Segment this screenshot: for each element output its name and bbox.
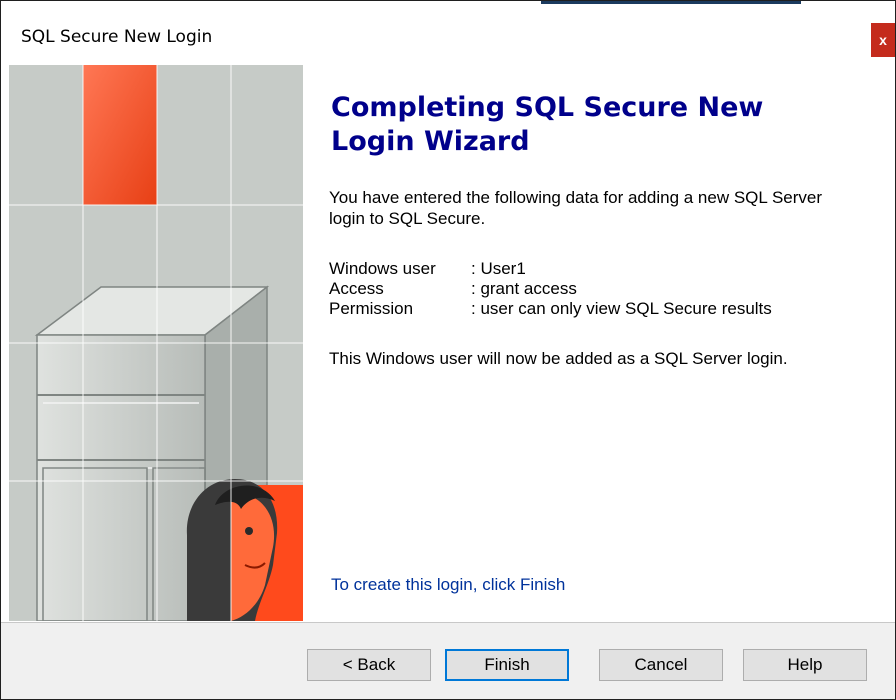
window-title: SQL Secure New Login <box>21 27 213 47</box>
back-button[interactable]: < Back <box>307 649 431 681</box>
summary-value: : User1 <box>471 259 526 278</box>
cancel-button[interactable]: Cancel <box>599 649 723 681</box>
wizard-illustration <box>9 65 303 622</box>
wizard-content: Completing SQL Secure New Login Wizard Y… <box>329 65 869 621</box>
add-note-text: This Windows user will now be added as a… <box>329 349 788 368</box>
summary-label: Permission <box>329 299 414 318</box>
background-window-edge <box>541 1 801 4</box>
button-bar: < Back Finish Cancel Help <box>1 623 895 699</box>
summary-label: Windows user <box>329 259 436 278</box>
summary-label: Access <box>329 279 384 298</box>
help-button[interactable]: Help <box>743 649 867 681</box>
finish-hint-text: To create this login, click Finish <box>331 575 566 594</box>
wizard-window: SQL Secure New Login x Completing SQL Se… <box>0 0 896 700</box>
summary-value: : user can only view SQL Secure results <box>471 299 772 318</box>
page-title: Completing SQL Secure New Login Wizard <box>331 92 764 157</box>
close-icon: x <box>879 32 887 48</box>
intro-text: You have entered the following data for … <box>329 188 823 228</box>
summary-value: : grant access <box>471 279 577 298</box>
title-bar: SQL Secure New Login x <box>1 1 895 65</box>
finish-button[interactable]: Finish <box>445 649 569 681</box>
close-button[interactable]: x <box>871 23 895 57</box>
